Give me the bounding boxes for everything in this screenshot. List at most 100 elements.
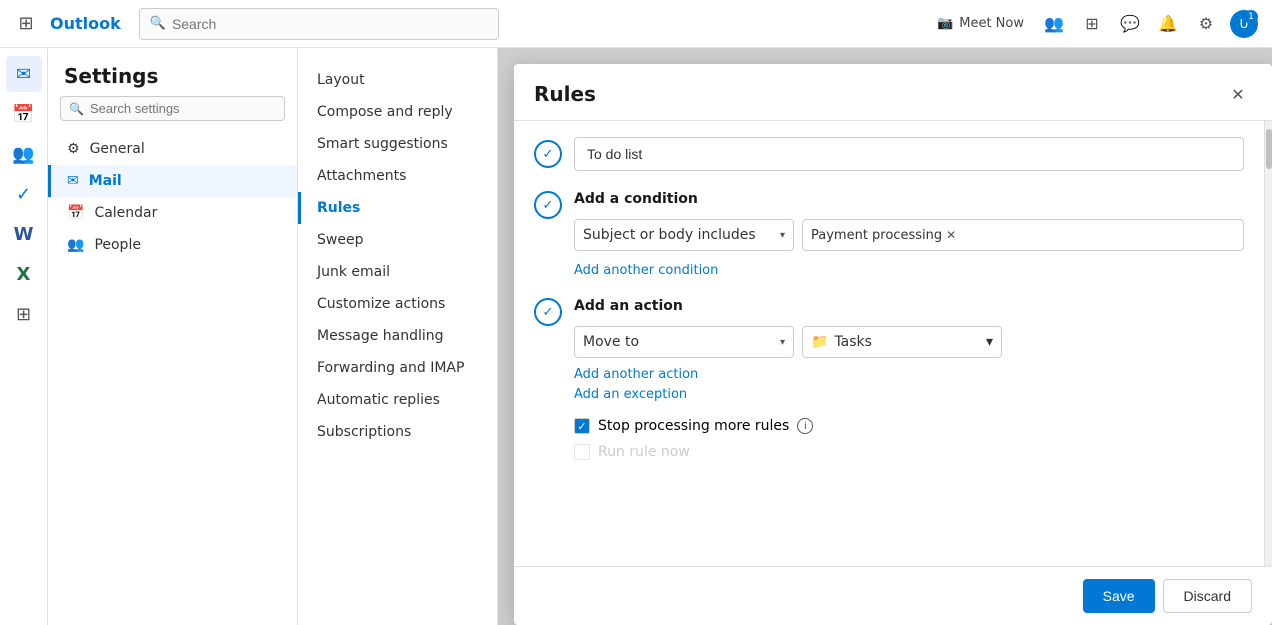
meet-now-button[interactable]: 📷 Meet Now [929,12,1032,35]
add-exception-link[interactable]: Add an exception [574,383,687,406]
stop-processing-label: Stop processing more rules [598,418,789,434]
waffle-icon[interactable]: ⊞ [12,10,40,38]
menu-panel: Layout Compose and reply Smart suggestio… [298,48,498,625]
rule-name-row: ✓ [534,137,1244,171]
settings-nav-people[interactable]: 👥 People [48,229,297,261]
dialog-scrollbar[interactable] [1264,121,1272,566]
camera-icon: 📷 [937,16,953,31]
rail-people-icon[interactable]: 👥 [6,136,42,172]
settings-icon-btn[interactable]: ⚙ [1190,8,1222,40]
run-rule-checkbox[interactable] [574,444,590,460]
discard-button[interactable]: Discard [1163,579,1252,613]
main-layout: ✉ 📅 👥 ✓ W X ⊞ Settings 🔍 ⚙ General ✉ Mai… [0,48,1272,625]
avatar-btn[interactable]: U 1 [1228,8,1260,40]
action-section: ✓ Add an action Move to ▾ 📁 [534,298,1244,402]
condition-tag: Payment processing ✕ [811,228,956,243]
grid-icon-btn[interactable]: ⊞ [1076,8,1108,40]
condition-value-input[interactable]: Payment processing ✕ [802,219,1244,251]
rules-dialog: Rules ✕ ✓ ✓ [514,64,1272,625]
general-icon: ⚙ [67,141,80,157]
settings-nav-mail[interactable]: ✉ Mail [48,165,297,197]
rail-word-icon[interactable]: W [6,216,42,252]
scrollbar-thumb [1266,129,1272,169]
folder-chevron-icon: ▾ [986,334,993,350]
step-3-circle: ✓ [534,298,562,326]
search-bar[interactable]: 🔍 [139,8,499,40]
condition-content: Add a condition Subject or body includes… [574,191,1244,282]
partial-row: Run rule now [574,444,1244,460]
app-logo: Outlook [50,14,121,33]
search-icon: 🔍 [150,16,166,31]
menu-layout[interactable]: Layout [298,64,497,96]
step-2-circle: ✓ [534,191,562,219]
dialog-body: ✓ ✓ Add a condition Sub [514,121,1264,566]
stop-processing-info-icon[interactable]: i [797,418,813,434]
rail-excel-icon[interactable]: X [6,256,42,292]
rail-more-apps-icon[interactable]: ⊞ [6,296,42,332]
chat-icon-btn[interactable]: 💬 [1114,8,1146,40]
add-another-condition-link[interactable]: Add another condition [574,259,1244,282]
rail-calendar-icon[interactable]: 📅 [6,96,42,132]
step-1-circle: ✓ [534,140,562,168]
bell-icon-btn[interactable]: 🔔 [1152,8,1184,40]
people-label: People [94,237,141,253]
action-type-select[interactable]: Move to ▾ [574,326,794,358]
settings-search-box[interactable]: 🔍 [60,96,285,121]
dialog-footer: Save Discard [514,566,1272,625]
content-area: Rules ✕ ✓ ✓ [498,48,1272,625]
topbar: ⊞ Outlook 🔍 📷 Meet Now 👥 ⊞ 💬 🔔 ⚙ U 1 [0,0,1272,48]
rail-tasks-icon[interactable]: ✓ [6,176,42,212]
menu-message-handling[interactable]: Message handling [298,320,497,352]
stop-processing-checkbox[interactable]: ✓ [574,418,590,434]
menu-junk-email[interactable]: Junk email [298,256,497,288]
action-content: Add an action Move to ▾ 📁 Tasks ▾ [574,298,1244,402]
notification-badge: 1 [1244,10,1258,24]
menu-compose-reply[interactable]: Compose and reply [298,96,497,128]
action-chevron-icon: ▾ [780,337,785,348]
dialog-close-button[interactable]: ✕ [1224,80,1252,108]
menu-automatic-replies[interactable]: Automatic replies [298,384,497,416]
search-input[interactable] [172,16,488,32]
rail-mail-icon[interactable]: ✉ [6,56,42,92]
run-rule-label: Run rule now [598,444,690,460]
menu-customize-actions[interactable]: Customize actions [298,288,497,320]
rule-name-input[interactable] [574,137,1244,171]
dialog-header: Rules ✕ [514,64,1272,121]
settings-panel: Settings 🔍 ⚙ General ✉ Mail 📅 Calendar 👥… [48,48,298,625]
calendar-label: Calendar [94,205,157,221]
people-nav-icon: 👥 [67,237,84,253]
people-icon-btn[interactable]: 👥 [1038,8,1070,40]
general-label: General [90,141,145,157]
mail-label: Mail [89,173,122,189]
menu-rules[interactable]: Rules [298,192,497,224]
action-check-icon: ✓ [543,305,554,320]
settings-nav-calendar[interactable]: 📅 Calendar [48,197,297,229]
settings-search-icon: 🔍 [69,102,84,116]
menu-sweep[interactable]: Sweep [298,224,497,256]
mail-nav-icon: ✉ [67,173,79,189]
folder-icon: 📁 [811,334,828,350]
menu-smart-suggestions[interactable]: Smart suggestions [298,128,497,160]
dialog-title: Rules [534,82,596,106]
checkbox-check-icon: ✓ [577,420,586,433]
condition-check-icon: ✓ [543,198,554,213]
settings-nav-general[interactable]: ⚙ General [48,133,297,165]
condition-tag-remove[interactable]: ✕ [946,228,956,242]
condition-type-select[interactable]: Subject or body includes ▾ [574,219,794,251]
condition-section: ✓ Add a condition Subject or body includ… [534,191,1244,282]
action-folder-select[interactable]: 📁 Tasks ▾ [802,326,1002,358]
action-row: Move to ▾ 📁 Tasks ▾ [574,326,1244,358]
app-rail: ✉ 📅 👥 ✓ W X ⊞ [0,48,48,625]
meet-now-label: Meet Now [959,16,1024,31]
checkmark-icon: ✓ [543,147,554,162]
topbar-right: 📷 Meet Now 👥 ⊞ 💬 🔔 ⚙ U 1 [929,8,1260,40]
settings-search-input[interactable] [90,101,276,116]
menu-subscriptions[interactable]: Subscriptions [298,416,497,448]
condition-type-value: Subject or body includes [583,227,756,243]
action-type-value: Move to [583,334,639,350]
menu-attachments[interactable]: Attachments [298,160,497,192]
settings-title: Settings [48,48,297,96]
save-button[interactable]: Save [1083,579,1155,613]
condition-tag-text: Payment processing [811,228,942,243]
menu-forwarding-imap[interactable]: Forwarding and IMAP [298,352,497,384]
